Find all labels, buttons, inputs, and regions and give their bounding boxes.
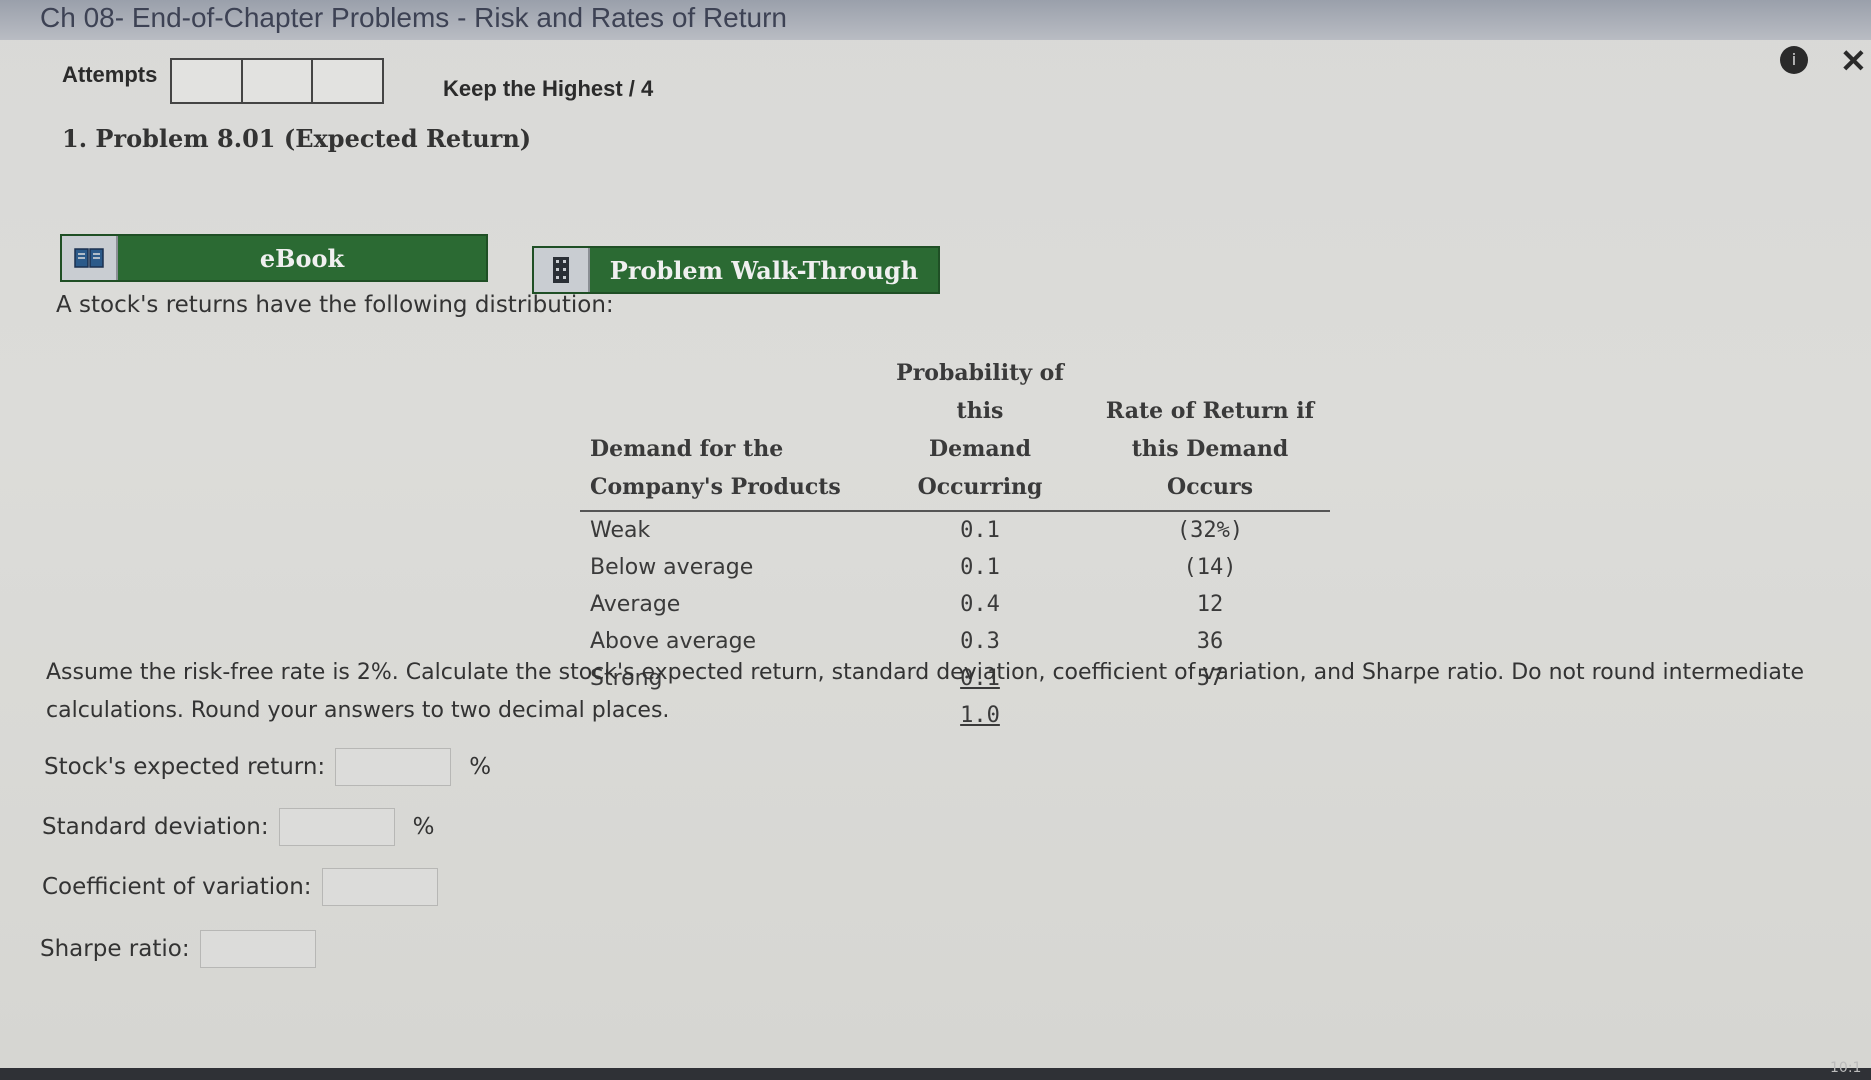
keep-highest-label: Keep the Highest / 4	[443, 76, 654, 101]
sharpe-ratio-input[interactable]	[199, 930, 316, 968]
header-line: Probability of this	[896, 360, 1064, 424]
attempts-label: Attempts	[62, 62, 158, 87]
header-line: Demand Occurring	[917, 436, 1043, 500]
rate-cell: (32%)	[1176, 518, 1244, 543]
book-icon	[62, 236, 118, 280]
taskbar	[0, 1068, 1871, 1080]
demand-cell: Average	[590, 592, 681, 617]
standard-deviation-input[interactable]	[278, 808, 395, 846]
header-demand: Demand for the Company's Products	[580, 352, 870, 512]
header-rate: Rate of Return if this Demand Occurs	[1090, 352, 1330, 512]
table-header-row: Demand for the Company's Products Probab…	[580, 352, 1330, 512]
coefficient-of-variation-label: Coefficient of variation:	[42, 874, 312, 900]
ebook-button-label: eBook	[259, 243, 345, 273]
problem-title: 1. Problem 8.01 (Expected Return)	[62, 124, 532, 153]
expected-return-input[interactable]	[335, 748, 452, 786]
demand-cell: Weak	[590, 518, 651, 543]
rate-cell: (14)	[1183, 555, 1237, 580]
header-probability: Probability of this Demand Occurring	[870, 352, 1090, 512]
close-icon[interactable]: ✕	[1840, 42, 1867, 80]
percent-sign: %	[469, 754, 492, 780]
expected-return-row: Stock's expected return: %	[44, 748, 491, 786]
header-line: Rate of Return if	[1105, 398, 1315, 424]
clock: 10:1	[1830, 1060, 1862, 1076]
intro-text: A stock's returns have the following dis…	[56, 292, 614, 318]
sharpe-ratio-label: Sharpe ratio:	[40, 936, 190, 962]
expected-return-label: Stock's expected return:	[44, 754, 326, 780]
table-row: Weak 0.1 (32%)	[580, 511, 1330, 549]
walkthrough-button-label: Problem Walk-Through	[609, 255, 919, 285]
header-line: Demand for the	[590, 436, 784, 462]
standard-deviation-row: Standard deviation: %	[42, 808, 434, 846]
probability-cell: 0.4	[960, 592, 1000, 617]
table-row: Average 0.4 12	[580, 586, 1330, 623]
attempt-box	[313, 60, 383, 102]
attempts-indicator	[170, 58, 384, 104]
attempt-box	[242, 60, 314, 102]
film-icon	[534, 248, 590, 292]
coefficient-of-variation-row: Coefficient of variation:	[42, 868, 438, 906]
attempt-box	[172, 60, 243, 102]
coefficient-of-variation-input[interactable]	[321, 868, 438, 906]
probability-cell: 0.1	[960, 518, 1000, 543]
rate-cell: 12	[1196, 592, 1224, 617]
ebook-button[interactable]: eBook	[60, 234, 488, 282]
header-line: Company's Products	[590, 474, 841, 500]
instructions-text: Assume the risk-free rate is 2%. Calcula…	[46, 660, 1805, 723]
standard-deviation-label: Standard deviation:	[42, 814, 269, 840]
table-row: Below average 0.1 (14)	[580, 549, 1330, 586]
percent-sign: %	[412, 814, 435, 840]
header-line: this Demand Occurs	[1131, 436, 1289, 500]
problem-walkthrough-button[interactable]: Problem Walk-Through	[532, 246, 940, 294]
demand-cell: Below average	[590, 555, 754, 580]
info-icon[interactable]: i	[1780, 46, 1808, 74]
sharpe-ratio-row: Sharpe ratio:	[40, 930, 316, 968]
probability-cell: 0.1	[960, 555, 1000, 580]
assignment-title: Ch 08- End-of-Chapter Problems - Risk an…	[40, 2, 787, 33]
title-bar: Ch 08- End-of-Chapter Problems - Risk an…	[0, 0, 1871, 40]
